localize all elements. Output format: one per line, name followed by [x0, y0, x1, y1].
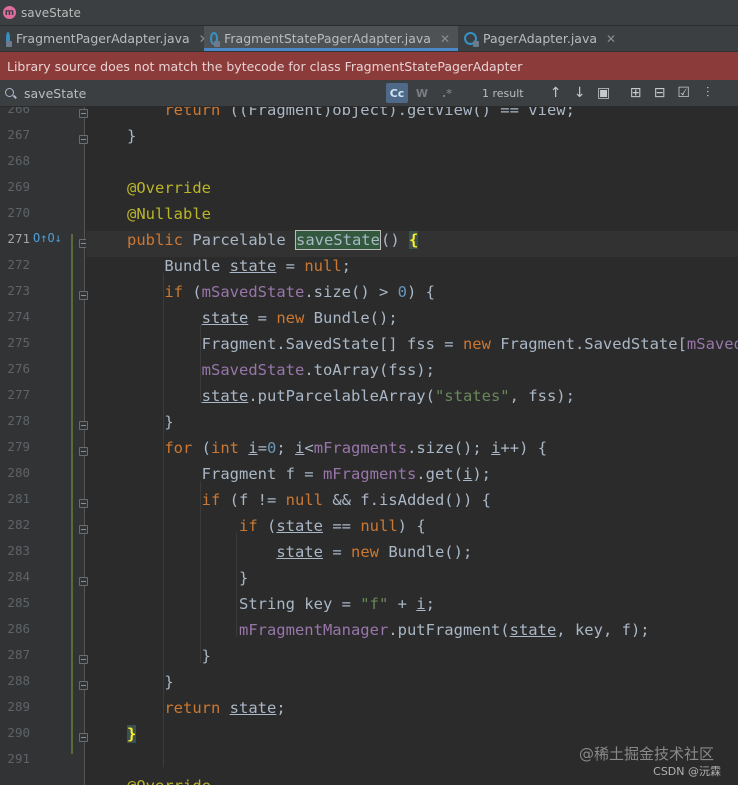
code-line: 286 mFragmentManager.putFragment(state, … — [0, 621, 738, 647]
line-number: 266 — [7, 107, 30, 116]
code-line: 279 for (int i=0; i<mFragments.size(); i… — [0, 439, 738, 465]
open-in-window-icon[interactable]: ▣ — [592, 83, 616, 103]
code-line: 275 Fragment.SavedState[] fss = new Frag… — [0, 335, 738, 361]
next-occurrence-icon[interactable]: ↓ — [568, 83, 592, 103]
line-number: 291 — [7, 751, 30, 766]
watermark-juejin: @稀土掘金技术社区 — [578, 745, 714, 763]
line-number: 290 — [7, 725, 30, 740]
line-number: 278 — [7, 413, 30, 428]
tab-label: FragmentPagerAdapter.java — [16, 31, 190, 46]
editor-tab-bar: FragmentPagerAdapter.java ✕ FragmentStat… — [0, 26, 738, 52]
code-line: 283 state = new Bundle(); — [0, 543, 738, 569]
tab-fragment-state-pager-adapter[interactable]: FragmentStatePagerAdapter.java ✕ — [204, 26, 458, 51]
search-icon[interactable] — [5, 87, 16, 99]
previous-occurrence-icon[interactable]: ↑ — [544, 83, 568, 103]
line-number: 283 — [7, 543, 30, 558]
line-number: 275 — [7, 335, 30, 350]
line-number: 270 — [7, 205, 30, 220]
close-icon[interactable]: ✕ — [440, 32, 450, 46]
code-line: 287 } — [0, 647, 738, 673]
code-line: 272 Bundle state = null; — [0, 257, 738, 283]
code-line: 274 state = new Bundle(); — [0, 309, 738, 335]
bytecode-mismatch-banner: Library source does not match the byteco… — [0, 52, 738, 80]
match-case-toggle[interactable]: Cc — [386, 83, 408, 103]
select-all-occurrences-icon[interactable]: ☑ — [672, 83, 696, 103]
line-number: 268 — [7, 153, 30, 168]
line-number: 271 — [7, 231, 30, 246]
words-toggle[interactable]: W — [411, 83, 433, 103]
line-number: 289 — [7, 699, 30, 714]
java-class-icon — [464, 32, 479, 47]
code-line: 277 state.putParcelableArray("states", f… — [0, 387, 738, 413]
line-number: 282 — [7, 517, 30, 532]
code-line: 268 — [0, 153, 738, 179]
line-number: 286 — [7, 621, 30, 636]
line-number: 288 — [7, 673, 30, 688]
ide-window: m saveState FragmentPagerAdapter.java ✕ … — [0, 0, 738, 785]
line-number: 287 — [7, 647, 30, 662]
search-input[interactable] — [24, 85, 386, 101]
watermark-csdn: CSDN @沅霖 — [653, 765, 721, 778]
tab-label: FragmentStatePagerAdapter.java — [224, 31, 431, 46]
line-number: 280 — [7, 465, 30, 480]
app-icon: m — [3, 6, 16, 19]
add-occurrence-icon[interactable]: ⊞ — [624, 83, 648, 103]
line-number: 272 — [7, 257, 30, 272]
code-editor[interactable]: 266 return ((Fragment)object).getView() … — [0, 107, 738, 785]
code-line: 284 } — [0, 569, 738, 595]
code-line: @Override — [0, 777, 738, 785]
line-number: 281 — [7, 491, 30, 506]
banner-text: Library source does not match the byteco… — [7, 58, 523, 74]
line-number: 276 — [7, 361, 30, 376]
code-line: 273 if (mSavedState.size() > 0) { — [0, 283, 738, 309]
tab-pager-adapter[interactable]: PagerAdapter.java ✕ — [458, 26, 627, 51]
code-line: 285 String key = "f" + i; — [0, 595, 738, 621]
line-number: 267 — [7, 127, 30, 142]
find-bar: Cc W .* 1 result ↑ ↓ ▣ ⊞ ⊟ ☑ ⫶ — [0, 80, 738, 107]
override-implement-markers-icon[interactable]: O↑O↓ — [33, 231, 62, 257]
close-icon[interactable]: ✕ — [606, 32, 616, 46]
window-title: saveState — [21, 5, 81, 20]
line-number: 279 — [7, 439, 30, 454]
java-class-icon — [6, 32, 12, 47]
java-class-icon — [210, 32, 221, 47]
code-line: 278 } — [0, 413, 738, 439]
tab-fragment-pager-adapter[interactable]: FragmentPagerAdapter.java ✕ — [0, 26, 209, 51]
line-number: 269 — [7, 179, 30, 194]
code-line: 289 return state; — [0, 699, 738, 725]
remove-occurrence-icon[interactable]: ⊟ — [648, 83, 672, 103]
code-line: 270 @Nullable — [0, 205, 738, 231]
code-line: 276 mSavedState.toArray(fss); — [0, 361, 738, 387]
code-line: 266 return ((Fragment)object).getView() … — [0, 107, 738, 127]
filter-icon[interactable]: ⫶ — [696, 83, 720, 103]
regex-toggle[interactable]: .* — [436, 83, 458, 103]
title-bar: m saveState — [0, 0, 738, 26]
line-number: 284 — [7, 569, 30, 584]
code-line: 288 } — [0, 673, 738, 699]
line-number: 273 — [7, 283, 30, 298]
line-number: 277 — [7, 387, 30, 402]
code-line: 269 @Override — [0, 179, 738, 205]
tab-label: PagerAdapter.java — [483, 31, 598, 46]
code-line: 281 if (f != null && f.isAdded()) { — [0, 491, 738, 517]
code-line: 282 if (state == null) { — [0, 517, 738, 543]
line-number: 274 — [7, 309, 30, 324]
code-line-current: 271 O↑O↓ public Parcelable saveState() { — [0, 230, 738, 257]
search-result-count: 1 result — [482, 86, 524, 100]
line-number: 285 — [7, 595, 30, 610]
code-line: 280 Fragment f = mFragments.get(i); — [0, 465, 738, 491]
code-line: 267 } — [0, 127, 738, 153]
